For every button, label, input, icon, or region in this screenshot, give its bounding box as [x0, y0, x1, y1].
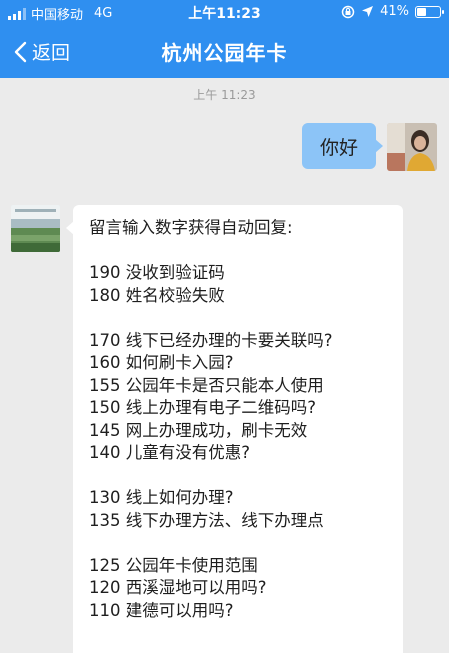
nav-bar: 返回 杭州公园年卡 [0, 24, 449, 78]
user-avatar-image [387, 123, 437, 171]
menu-item-140: 140 儿童有没有优惠? [89, 443, 250, 462]
status-right: 41% [341, 4, 444, 19]
user-avatar[interactable] [387, 123, 437, 171]
menu-item-130: 130 线上如何办理? [89, 488, 234, 507]
location-arrow-icon [362, 6, 374, 17]
top-bar: 中国移动 4G 上午11:23 41% 返回 杭州公园年卡 [0, 0, 449, 78]
menu-item-135: 135 线下办理方法、线下办理点 [89, 510, 324, 530]
menu-item-180: 180 姓名校验失败 [89, 285, 225, 305]
menu-item-110: 110 建德可以用吗? [89, 600, 234, 620]
bot-intro: 留言输入数字获得自动回复: [89, 218, 293, 237]
menu-item-155: 155 公园年卡是否只能本人使用 [89, 375, 324, 395]
menu-item-170: 170 线下已经办理的卡要关联吗? [89, 330, 333, 350]
battery-percent: 41% [380, 4, 409, 19]
bot-message-bubble[interactable]: 留言输入数字获得自动回复: 190 没收到验证码 180 姓名校验失败 170 … [66, 205, 403, 653]
lock-rotation-icon [341, 5, 355, 18]
bot-avatar[interactable] [11, 205, 60, 252]
user-message-bubble[interactable]: 你好 [302, 123, 383, 169]
battery-fill [417, 7, 427, 16]
menu-item-160: 160 如何刷卡入园? [89, 353, 234, 372]
menu-item-120: 120 西溪湿地可以用吗? [89, 578, 267, 597]
page-title: 杭州公园年卡 [161, 41, 288, 65]
status-bar: 中国移动 4G 上午11:23 41% [0, 0, 449, 24]
bot-avatar-image [11, 205, 60, 252]
menu-item-190: 190 没收到验证码 [89, 263, 225, 282]
battery-icon [415, 5, 444, 18]
menu-item-150: 150 线上办理有电子二维码吗? [89, 398, 316, 417]
message-timestamp: 上午 11:23 [193, 88, 256, 102]
menu-item-125: 125 公园年卡使用范围 [89, 555, 258, 575]
menu-item-145: 145 网上办理成功，刷卡无效 [89, 420, 308, 440]
user-message-text: 你好 [319, 136, 358, 159]
